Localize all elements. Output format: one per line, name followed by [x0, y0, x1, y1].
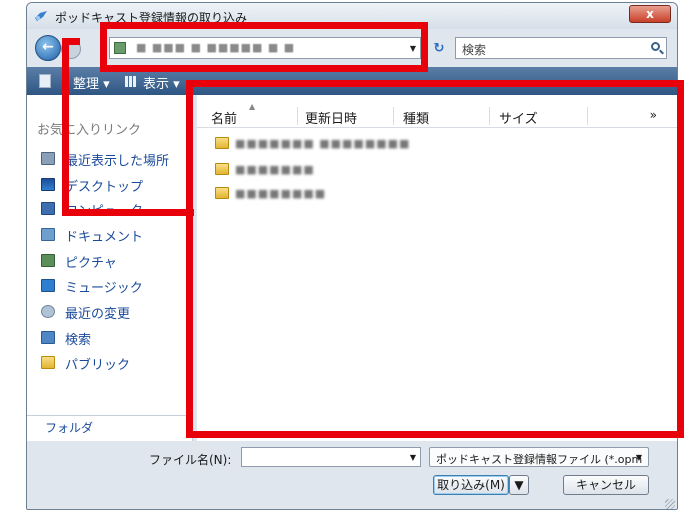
- view-icon: [125, 76, 137, 87]
- sidebar-item-label: ドキュメント: [65, 230, 144, 245]
- search-input[interactable]: 検索: [455, 37, 667, 59]
- sidebar-item-label: 最近の変更: [65, 307, 131, 322]
- import-dropdown-button[interactable]: ▼: [509, 475, 529, 495]
- highlight-box-sidebar-left: [62, 38, 80, 216]
- folders-toggle[interactable]: フォルダ: [27, 415, 193, 438]
- sidebar-item-pictures[interactable]: ピクチャ: [41, 251, 191, 271]
- file-type-select[interactable]: ポッドキャスト登録情報ファイル (*.opm ▼: [429, 447, 649, 467]
- search-placeholder: 検索: [462, 43, 487, 57]
- navigation-pane: お気に入りリンク 最近表示した場所 デスクトップ コンピュータ ドキュメント ピ…: [27, 95, 193, 471]
- file-type-value: ポッドキャスト登録情報ファイル (*.opm: [436, 453, 643, 466]
- recent-changes-icon: [41, 305, 55, 318]
- back-button[interactable]: ←: [35, 35, 61, 61]
- sidebar-item-label: ミュージック: [65, 281, 143, 296]
- desktop-icon: [41, 178, 55, 191]
- filename-label: ファイル名(N):: [149, 453, 232, 467]
- organize-icon: [39, 74, 51, 88]
- search-folder-icon: [41, 331, 55, 344]
- cancel-button[interactable]: キャンセル: [563, 475, 649, 495]
- computer-icon: [41, 202, 55, 215]
- search-icon[interactable]: [651, 42, 660, 51]
- close-button[interactable]: x: [629, 5, 671, 23]
- dialog-footer: ファイル名(N): ▼ ポッドキャスト登録情報ファイル (*.opm ▼ 取り込…: [27, 441, 677, 509]
- sidebar-item-label: ピクチャ: [65, 256, 117, 271]
- music-icon: [41, 279, 55, 292]
- podcast-app-icon: [35, 11, 47, 21]
- chevron-down-icon[interactable]: ▼: [410, 453, 416, 462]
- sidebar-item-label: パブリック: [65, 358, 131, 373]
- favorites-header: お気に入りリンク: [37, 123, 142, 138]
- highlight-box-address: [100, 22, 428, 72]
- sidebar-item-public[interactable]: パブリック: [41, 353, 191, 373]
- highlight-box-sidebar-bottom: [62, 200, 194, 216]
- import-button[interactable]: 取り込み(M): [433, 475, 509, 495]
- sidebar-item-label: 最近表示した場所: [65, 154, 170, 169]
- sidebar-item-documents[interactable]: ドキュメント: [41, 225, 191, 245]
- sidebar-item-music[interactable]: ミュージック: [41, 276, 191, 296]
- chevron-down-icon: ▼: [635, 453, 642, 462]
- recent-places-icon: [41, 152, 55, 165]
- public-folder-icon: [41, 356, 55, 369]
- sidebar-item-recent-changes[interactable]: 最近の変更: [41, 302, 191, 322]
- folders-label: フォルダ: [45, 421, 94, 435]
- filename-field[interactable]: ▼: [241, 447, 421, 467]
- refresh-icon[interactable]: ↻: [431, 41, 447, 57]
- resize-grip-icon[interactable]: [665, 499, 675, 509]
- documents-icon: [41, 228, 55, 241]
- pictures-icon: [41, 254, 55, 267]
- sidebar-item-search[interactable]: 検索: [41, 328, 191, 348]
- highlight-box-filelist: [186, 80, 684, 438]
- sidebar-item-label: 検索: [65, 333, 92, 348]
- view-menu[interactable]: 表示 ▾: [143, 73, 180, 92]
